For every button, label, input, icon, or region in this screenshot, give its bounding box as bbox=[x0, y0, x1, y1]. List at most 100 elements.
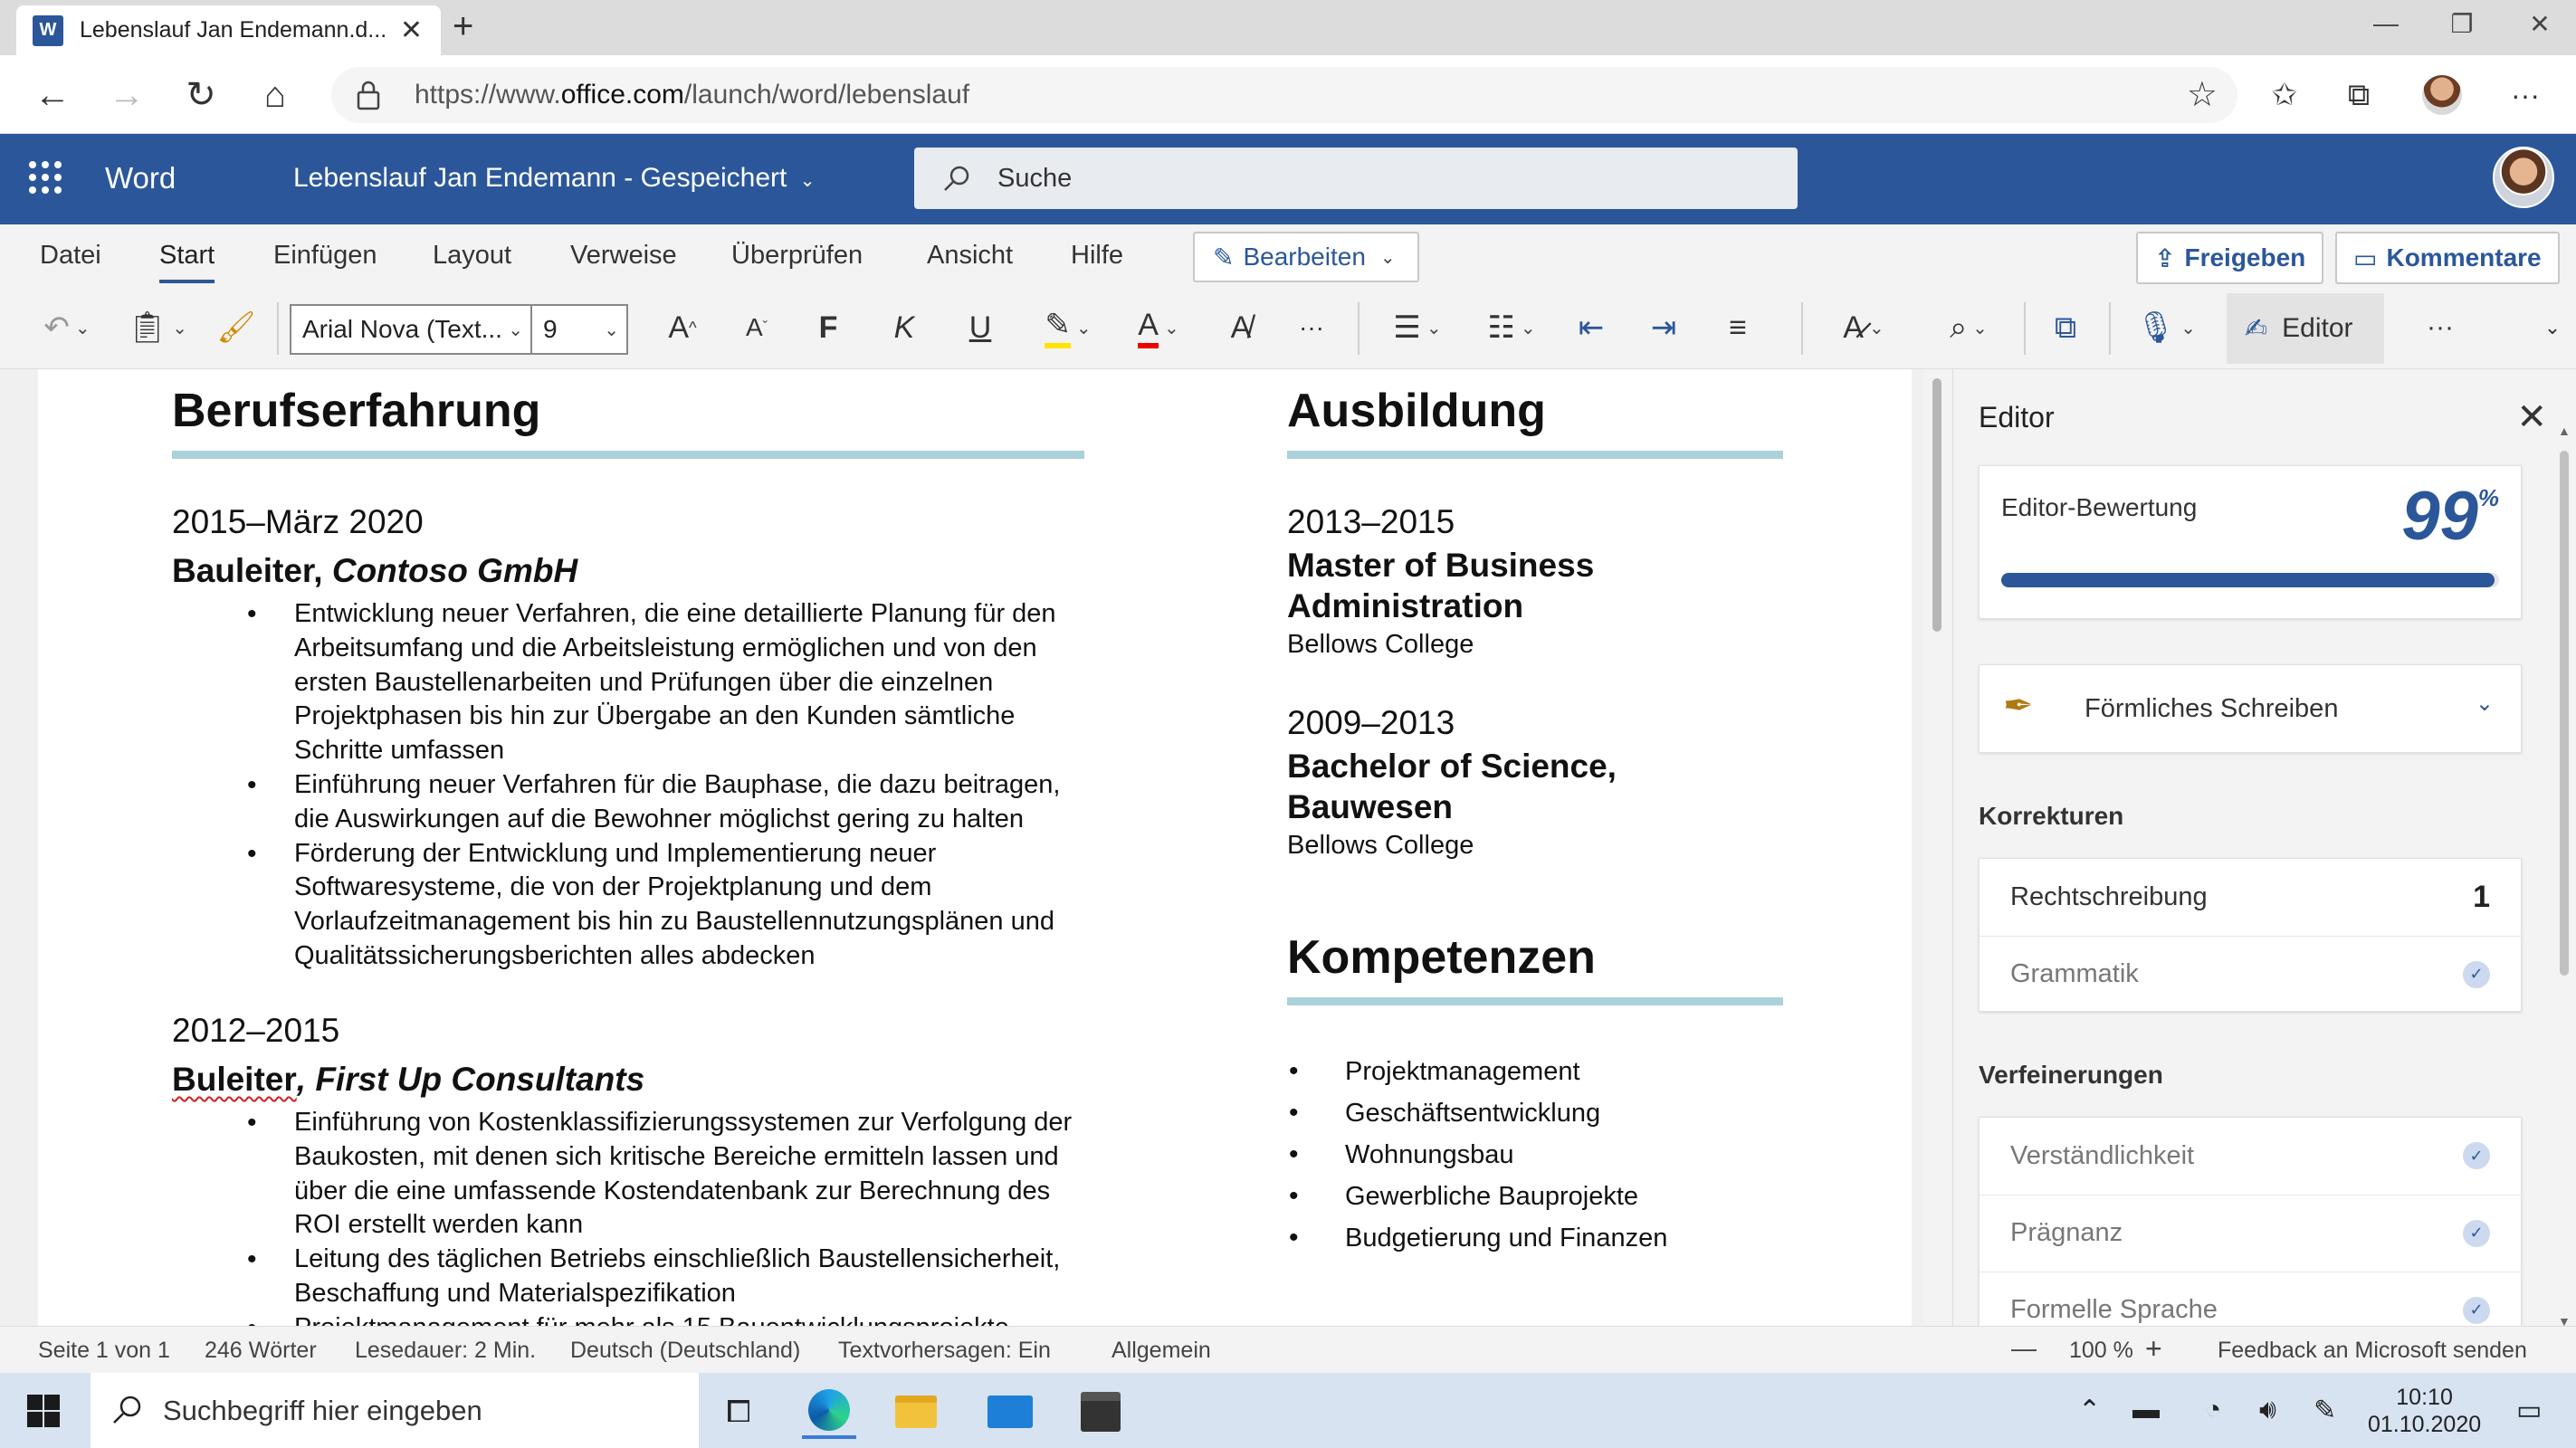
wifi-icon[interactable]: ◔ bbox=[2205, 1395, 2221, 1425]
clarity-row[interactable]: Verständlichkeit ✓ bbox=[1980, 1118, 2521, 1194]
spelling-row[interactable]: Rechtschreibung 1 bbox=[1980, 859, 2521, 935]
store-icon[interactable] bbox=[1073, 1385, 1128, 1439]
clear-formatting-icon[interactable]: A̸ bbox=[1218, 300, 1264, 355]
taskbar-search[interactable]: Suchbegriff hier eingeben bbox=[91, 1373, 699, 1448]
browser-tab[interactable]: W Lebenslauf Jan Endemann.d... ✕ bbox=[16, 5, 441, 55]
file-explorer-icon[interactable] bbox=[889, 1385, 943, 1439]
sensitivity-label[interactable]: Allgemein bbox=[1111, 1338, 1211, 1364]
document-title[interactable]: Lebenslauf Jan Endemann - Gespeichert ⌄ bbox=[293, 163, 815, 194]
edge-icon[interactable] bbox=[802, 1385, 856, 1439]
close-tab-icon[interactable]: ✕ bbox=[400, 14, 423, 46]
feedback-link[interactable]: Feedback an Microsoft senden bbox=[2218, 1338, 2527, 1364]
immersive-reader-icon[interactable]: ⧉ bbox=[2040, 300, 2091, 355]
task-view-icon[interactable]: ⧠ bbox=[711, 1385, 766, 1439]
volume-icon[interactable]: 🔊︎ bbox=[2259, 1395, 2276, 1425]
font-name-select[interactable]: Arial Nova (Text... ⌄ bbox=[290, 304, 532, 355]
shrink-font-icon[interactable]: Aˇ bbox=[731, 300, 782, 355]
grow-font-icon[interactable]: A ^ bbox=[657, 300, 708, 355]
windows-start-icon[interactable] bbox=[27, 1395, 60, 1427]
zoom-out-button[interactable]: — bbox=[2011, 1334, 2037, 1363]
document-scrollbar[interactable] bbox=[1923, 369, 1952, 1326]
tab-ueberpruefen[interactable]: Überprüfen bbox=[731, 241, 863, 271]
close-window-icon[interactable]: ✕ bbox=[2504, 0, 2576, 47]
browser-menu-icon[interactable]: ··· bbox=[2498, 68, 2552, 122]
conciseness-row[interactable]: Prägnanz ✓ bbox=[1980, 1195, 2521, 1271]
font-color-icon[interactable]: A ⌄ bbox=[1122, 300, 1195, 355]
restore-icon[interactable]: ❐ bbox=[2426, 0, 2498, 47]
undo-icon[interactable]: ↶ ⌄ bbox=[31, 300, 103, 355]
editor-pane-scrollbar[interactable]: ▲ ▼ bbox=[2552, 424, 2576, 1329]
dictate-icon[interactable]: 🎙︎ ⌄ bbox=[2127, 300, 2205, 355]
highlight-icon[interactable]: ✎ ⌄ bbox=[1032, 300, 1104, 355]
score-value: 99% bbox=[2401, 478, 2499, 555]
account-avatar[interactable] bbox=[2493, 147, 2554, 208]
find-icon[interactable]: ⌕ ⌄ bbox=[1928, 300, 2009, 355]
pen-workspace-icon[interactable]: ✎ bbox=[2314, 1395, 2336, 1426]
app-launcher-icon[interactable] bbox=[29, 161, 62, 194]
styles-icon[interactable]: A̷ ⌄ bbox=[1823, 300, 1904, 355]
add-favorite-icon[interactable]: ☆ bbox=[2187, 74, 2218, 115]
tab-layout[interactable]: Layout bbox=[433, 241, 511, 271]
refresh-icon[interactable]: ↻ bbox=[174, 68, 228, 122]
url-field[interactable]: https://www.office.com/launch/word/leben… bbox=[331, 67, 2237, 123]
bullets-icon[interactable]: ☰ ⌄ bbox=[1379, 300, 1455, 355]
more-font-options-icon[interactable]: ··· bbox=[1289, 300, 1334, 355]
italic-icon[interactable]: K bbox=[882, 300, 927, 355]
collections-icon[interactable]: ⧉ bbox=[2332, 68, 2386, 122]
list-item: Einführung neuer Verfahren für die Bauph… bbox=[247, 768, 1091, 837]
numbering-icon[interactable]: ☷ ⌄ bbox=[1474, 300, 1550, 355]
close-icon[interactable]: ✕ bbox=[2516, 396, 2547, 438]
collapse-ribbon-icon[interactable]: ⌄ bbox=[2534, 300, 2571, 355]
home-icon[interactable]: ⌂ bbox=[248, 68, 302, 122]
tab-verweise[interactable]: Verweise bbox=[570, 241, 677, 271]
comments-button[interactable]: ▭ Kommentare bbox=[2335, 232, 2560, 284]
mail-icon[interactable] bbox=[983, 1385, 1037, 1439]
tab-datei[interactable]: Datei bbox=[40, 241, 101, 271]
app-name[interactable]: Word bbox=[105, 161, 176, 195]
zoom-level[interactable]: 100 % bbox=[2069, 1338, 2133, 1364]
word-count[interactable]: 246 Wörter bbox=[205, 1338, 317, 1364]
chevron-up-icon[interactable]: ⌃ bbox=[2078, 1395, 2101, 1426]
grammar-row[interactable]: Grammatik ✓ bbox=[1980, 936, 2521, 1012]
checkmark-icon: ✓ bbox=[2463, 1142, 2490, 1169]
battery-icon[interactable]: ▬ bbox=[2132, 1395, 2160, 1425]
forward-icon[interactable]: → bbox=[100, 68, 154, 122]
font-size-select[interactable]: 9 ⌄ bbox=[530, 304, 628, 355]
underline-icon[interactable]: U bbox=[958, 300, 1003, 355]
tab-einfuegen[interactable]: Einfügen bbox=[273, 241, 377, 271]
notifications-icon[interactable]: ▭ bbox=[2516, 1395, 2542, 1426]
text-predictions[interactable]: Textvorhersagen: Ein bbox=[838, 1338, 1051, 1364]
align-icon[interactable]: ≡ bbox=[1713, 300, 1763, 355]
share-icon: ⇪ bbox=[2154, 243, 2176, 272]
new-tab-icon[interactable]: + bbox=[453, 5, 473, 47]
job-date: 2015–März 2020 bbox=[172, 503, 424, 540]
language[interactable]: Deutsch (Deutschland) bbox=[570, 1338, 800, 1364]
document-page[interactable]: Berufserfahrung 2015–März 2020 Bauleiter… bbox=[38, 369, 1912, 1326]
editing-mode-dropdown[interactable]: ✎ Bearbeiten ⌄ bbox=[1193, 232, 1419, 282]
decrease-indent-icon[interactable]: ⇤ bbox=[1566, 300, 1617, 355]
clarity-label: Verständlichkeit bbox=[2010, 1140, 2195, 1170]
increase-indent-icon[interactable]: ⇥ bbox=[1638, 300, 1689, 355]
zoom-in-button[interactable]: + bbox=[2145, 1332, 2162, 1366]
share-button[interactable]: ⇪ Freigeben bbox=[2136, 232, 2324, 284]
bold-icon[interactable]: F bbox=[806, 300, 851, 355]
tab-start[interactable]: Start bbox=[159, 241, 215, 283]
scrollbar-thumb[interactable] bbox=[1932, 378, 1942, 632]
more-options-icon[interactable]: ··· bbox=[2413, 300, 2467, 355]
tab-hilfe[interactable]: Hilfe bbox=[1071, 241, 1123, 271]
minimize-icon[interactable]: — bbox=[2350, 0, 2422, 47]
paste-icon[interactable]: 📋︎ ⌄ bbox=[121, 300, 194, 355]
favorites-icon[interactable]: ✩ bbox=[2257, 68, 2312, 122]
back-icon[interactable]: ← bbox=[25, 68, 80, 122]
tab-ansicht[interactable]: Ansicht bbox=[927, 241, 1013, 271]
browser-tab-strip: W Lebenslauf Jan Endemann.d... ✕ + — ❐ ✕ bbox=[0, 0, 2576, 55]
score-progress-bar bbox=[2001, 573, 2499, 587]
clock[interactable]: 10:10 01.10.2020 bbox=[2368, 1384, 2481, 1438]
editor-button[interactable]: ✍︎ Editor bbox=[2227, 293, 2384, 364]
writing-style-dropdown[interactable]: ✒︎ Förmliches Schreiben ⌄ bbox=[1979, 664, 2522, 753]
format-painter-icon[interactable]: 🖌︎ bbox=[214, 300, 259, 355]
profile-icon[interactable] bbox=[2415, 68, 2469, 122]
heading-education: Ausbildung bbox=[1287, 385, 1546, 437]
search-input[interactable]: Suche bbox=[914, 148, 1798, 209]
scrollbar-thumb[interactable] bbox=[2560, 451, 2569, 976]
